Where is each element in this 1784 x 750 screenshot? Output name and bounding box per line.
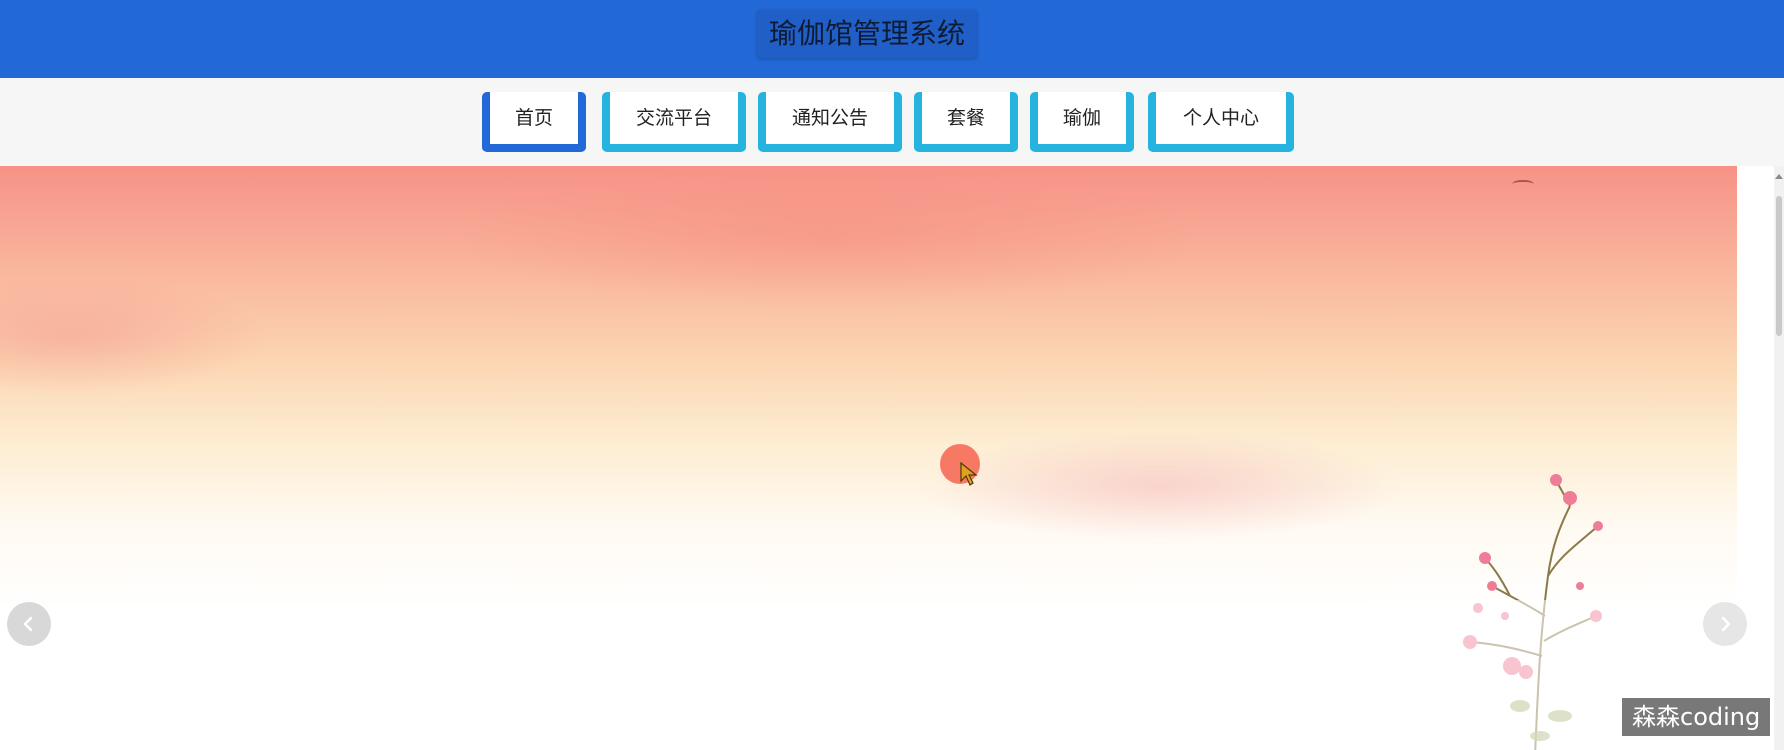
mouse-pointer-icon	[960, 462, 978, 486]
carousel-next-button[interactable]	[1703, 602, 1747, 646]
scrollbar-thumb[interactable]	[1776, 196, 1782, 336]
nav-item-yoga[interactable]: 瑜伽	[1030, 92, 1134, 152]
carousel-prev-button[interactable]	[7, 602, 51, 646]
bird-graphic	[1512, 180, 1534, 188]
watermark-label: 森森coding	[1622, 698, 1771, 736]
nav-item-forum[interactable]: 交流平台	[602, 92, 746, 152]
scroll-up-arrow-icon[interactable]	[1775, 174, 1783, 179]
hero-carousel-slide	[0, 166, 1737, 750]
nav-item-home[interactable]: 首页	[482, 92, 586, 152]
main-nav: 首页 交流平台 通知公告 套餐 瑜伽 个人中心	[0, 78, 1784, 166]
nav-item-packages[interactable]: 套餐	[914, 92, 1018, 152]
page: 瑜伽馆管理系统 首页 交流平台 通知公告 套餐 瑜伽 个人中心 森森coding	[0, 0, 1784, 750]
site-title: 瑜伽馆管理系统	[757, 10, 978, 58]
vertical-scrollbar[interactable]	[1774, 166, 1784, 750]
nav-item-announcements[interactable]: 通知公告	[758, 92, 902, 152]
chevron-left-icon	[23, 616, 33, 632]
header-bar: 瑜伽馆管理系统	[0, 0, 1784, 78]
chevron-right-icon	[1721, 616, 1731, 632]
nav-item-personal-center[interactable]: 个人中心	[1148, 92, 1294, 152]
